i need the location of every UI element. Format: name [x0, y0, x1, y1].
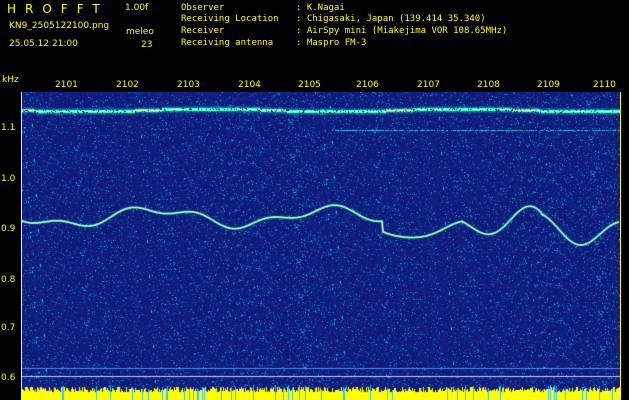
x-tick-label: 2107 — [417, 80, 440, 90]
y-tick-label: 0.9 — [1, 224, 16, 234]
header-panel: HROFFT 1.00f KN9_2505122100.png 25.05.12… — [0, 0, 629, 85]
spectrogram-canvas — [22, 92, 620, 400]
right-axis-line — [620, 92, 621, 400]
receiver-key: Receiver — [181, 26, 225, 36]
count-label: 23 — [141, 40, 153, 50]
y-tick-label: 1.0 — [1, 174, 16, 184]
timestamp-label: 25.05.12 21:00 — [9, 39, 78, 49]
version-label: 1.00f — [125, 3, 149, 13]
location-key: Receiving Location — [181, 14, 279, 24]
antenna-value: : Maspro FM-3 — [296, 38, 367, 48]
x-tick-label: 2106 — [356, 80, 379, 90]
y-tick-label: 0.7 — [1, 323, 16, 333]
x-tick-label: 2105 — [298, 80, 321, 90]
app-title: HROFFT — [7, 2, 109, 16]
receiver-value: : AirSpy mini (Miakejima VOR 108.65MHz) — [296, 26, 508, 36]
mode-label: meleo — [126, 27, 154, 37]
x-tick-label: 2109 — [537, 80, 560, 90]
observer-value: : K.Nagai — [296, 3, 345, 13]
observer-key: Observer — [181, 3, 225, 13]
y-unit-label: kHz — [2, 75, 19, 85]
y-tick-label: 0.8 — [1, 275, 16, 285]
x-tick-label: 2103 — [177, 80, 200, 90]
x-tick-label: 2104 — [238, 80, 261, 90]
y-tick-label: 0.6 — [1, 373, 16, 383]
x-tick-label: 2110 — [593, 80, 616, 90]
location-value: : Chigasaki, Japan (139.414 35.340) — [296, 14, 486, 24]
antenna-key: Receiving antenna — [181, 38, 274, 48]
filename-label: KN9_2505122100.png — [9, 21, 110, 31]
y-tick-label: 1.1 — [1, 123, 16, 133]
x-tick-label: 2108 — [477, 80, 500, 90]
x-tick-label: 2101 — [55, 80, 78, 90]
x-tick-label: 2102 — [116, 80, 139, 90]
